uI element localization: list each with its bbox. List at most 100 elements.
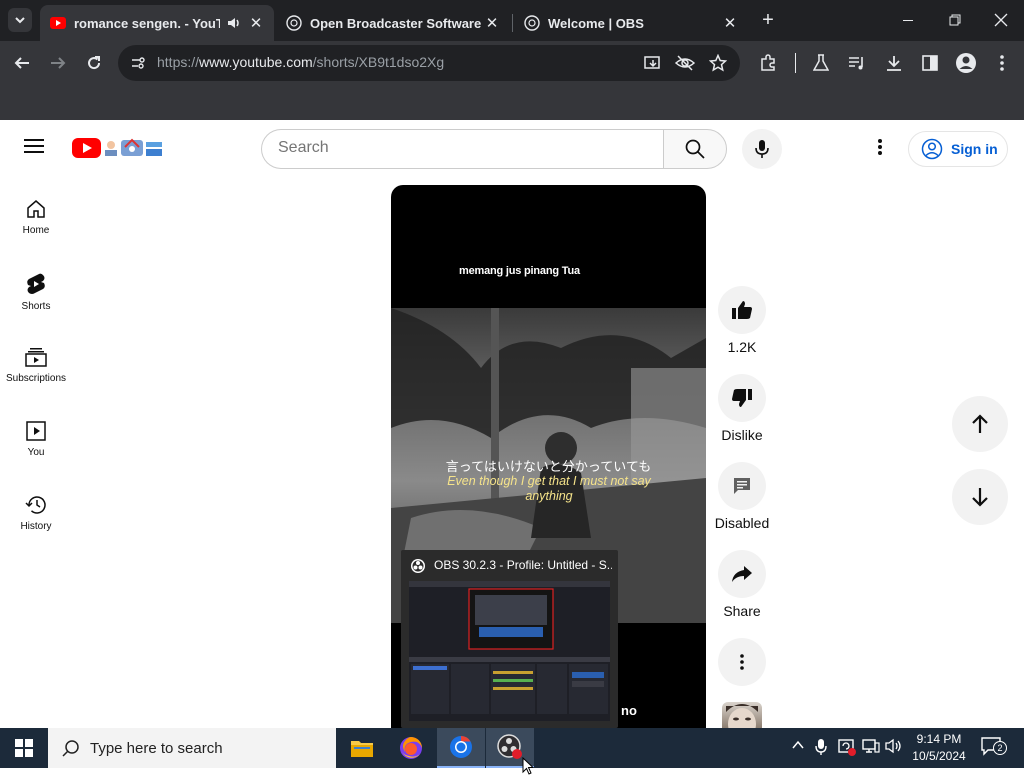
comments-button[interactable] xyxy=(718,462,766,510)
restore-window-button[interactable] xyxy=(943,8,967,32)
hamburger-menu-icon xyxy=(24,139,44,153)
next-short-button[interactable] xyxy=(952,469,1008,525)
microphone-icon xyxy=(815,739,827,755)
taskbar-clock[interactable]: 9:14 PM 10/5/2024 xyxy=(902,731,976,765)
address-bar[interactable]: https://www.youtube.com/shorts/XB9t1dso2… xyxy=(118,45,740,81)
tab-welcome-obs[interactable]: Welcome | OBS ✕ xyxy=(514,5,748,41)
sidebar-item-label: You xyxy=(27,447,45,458)
previous-short-button[interactable] xyxy=(952,396,1008,452)
search-box xyxy=(261,129,664,169)
browser-toolbar: https://www.youtube.com/shorts/XB9t1dso2… xyxy=(0,41,1024,85)
tab-search-button[interactable] xyxy=(8,8,32,32)
close-tab-icon[interactable]: ✕ xyxy=(484,14,500,32)
arrow-down-icon xyxy=(972,488,988,507)
close-tab-icon[interactable]: ✕ xyxy=(248,14,264,32)
youtube-logo-icon xyxy=(72,138,162,158)
taskbar-file-explorer[interactable] xyxy=(338,728,386,768)
subtitle-english: Even though I get that I must not say an… xyxy=(447,474,651,503)
more-actions-button[interactable] xyxy=(718,638,766,686)
tray-overflow-icon[interactable] xyxy=(791,738,805,755)
more-vertical-icon xyxy=(878,139,882,155)
taskbar-search-box[interactable]: Type here to search xyxy=(48,728,336,768)
sign-in-label: Sign in xyxy=(951,141,998,157)
obs-favicon-icon xyxy=(524,15,540,31)
arrow-left-icon xyxy=(14,57,29,69)
labs-button[interactable] xyxy=(809,51,833,75)
bookmark-star-icon[interactable] xyxy=(709,54,727,72)
chevron-up-icon xyxy=(792,740,804,749)
comment-icon xyxy=(734,478,750,494)
obs-favicon-icon xyxy=(286,15,302,31)
tray-security-icon[interactable] xyxy=(838,738,856,759)
url-text[interactable]: https://www.youtube.com/shorts/XB9t1dso2… xyxy=(157,54,444,70)
sidebar-item-shorts[interactable]: Shorts xyxy=(0,257,72,331)
close-window-button[interactable] xyxy=(989,8,1013,32)
bottom-text-fragment: no xyxy=(621,703,637,718)
close-tab-icon[interactable]: ✕ xyxy=(722,14,738,32)
guide-menu-button[interactable] xyxy=(24,138,48,158)
downloads-button[interactable] xyxy=(882,51,906,75)
new-tab-button[interactable]: + xyxy=(756,8,780,32)
avatar-image xyxy=(726,704,758,728)
eye-off-icon[interactable] xyxy=(675,54,695,72)
tray-network-icon[interactable] xyxy=(862,738,880,757)
sidebar-item-history[interactable]: History xyxy=(0,479,72,553)
media-controls-button[interactable] xyxy=(845,51,869,75)
taskbar-chrome[interactable] xyxy=(437,728,485,768)
taskbar-firefox[interactable] xyxy=(387,728,435,768)
subtitle-japanese: 言ってはいけないと分かっていても xyxy=(445,460,652,475)
speaker-icon[interactable] xyxy=(226,15,242,31)
search-button[interactable] xyxy=(663,129,727,169)
sidebar-item-subscriptions[interactable]: Subscriptions xyxy=(0,331,72,405)
chrome-menu-button[interactable] xyxy=(990,51,1014,75)
voice-search-button[interactable] xyxy=(742,129,782,169)
download-icon xyxy=(887,56,901,71)
history-icon xyxy=(25,496,46,514)
search-input[interactable] xyxy=(278,139,638,157)
minimize-window-button[interactable] xyxy=(896,8,920,32)
sidebar-item-label: Home xyxy=(22,225,50,236)
tab-strip: romance sengen. - YouTube ✕ Open Broadca… xyxy=(0,0,1024,41)
chrome-icon xyxy=(450,736,472,758)
thumbs-down-icon xyxy=(732,389,752,407)
like-count: 1.2K xyxy=(727,339,757,355)
clock-time: 9:14 PM xyxy=(916,732,962,746)
tray-volume-icon[interactable] xyxy=(885,738,903,757)
sign-in-button[interactable]: Sign in xyxy=(908,131,1008,167)
tab-separator xyxy=(512,14,513,32)
obs-app-icon xyxy=(497,734,522,759)
tab-title: Open Broadcaster Software | OBS xyxy=(310,15,484,31)
windows-logo-icon xyxy=(15,739,33,757)
sidebar-item-home[interactable]: Home xyxy=(0,183,72,257)
sidebar-item-you[interactable]: You xyxy=(0,405,72,479)
tab-youtube[interactable]: romance sengen. - YouTube ✕ xyxy=(40,5,274,41)
account-icon xyxy=(956,53,976,73)
share-button[interactable] xyxy=(718,550,766,598)
like-button[interactable] xyxy=(718,286,766,334)
youtube-logo[interactable] xyxy=(72,136,166,160)
obs-taskbar-preview[interactable]: OBS 30.2.3 - Profile: Untitled - S... xyxy=(401,550,618,728)
speaker-icon xyxy=(885,738,901,754)
channel-avatar[interactable] xyxy=(722,702,762,728)
tray-microphone-icon[interactable] xyxy=(815,738,827,759)
forward-button[interactable] xyxy=(46,51,70,75)
obs-window-thumbnail-image xyxy=(409,581,610,714)
chevron-down-icon xyxy=(15,17,25,24)
reload-button[interactable] xyxy=(82,51,106,75)
back-button[interactable] xyxy=(10,51,34,75)
site-settings-icon[interactable] xyxy=(130,55,146,71)
dislike-button[interactable] xyxy=(718,374,766,422)
dislike-label: Dislike xyxy=(721,427,763,443)
obs-logo-icon xyxy=(411,559,425,573)
extensions-button[interactable] xyxy=(756,51,780,75)
settings-menu-button[interactable] xyxy=(870,138,890,158)
notification-center-button[interactable]: 2 xyxy=(980,736,1010,760)
thumbs-up-icon xyxy=(732,301,752,319)
comments-label: Disabled xyxy=(714,515,770,531)
profile-button[interactable] xyxy=(954,51,978,75)
start-button[interactable] xyxy=(0,728,48,768)
install-app-icon[interactable] xyxy=(644,54,662,72)
share-label: Share xyxy=(723,603,761,619)
tab-obs-software[interactable]: Open Broadcaster Software | OBS ✕ xyxy=(276,5,510,41)
side-panel-button[interactable] xyxy=(918,51,942,75)
